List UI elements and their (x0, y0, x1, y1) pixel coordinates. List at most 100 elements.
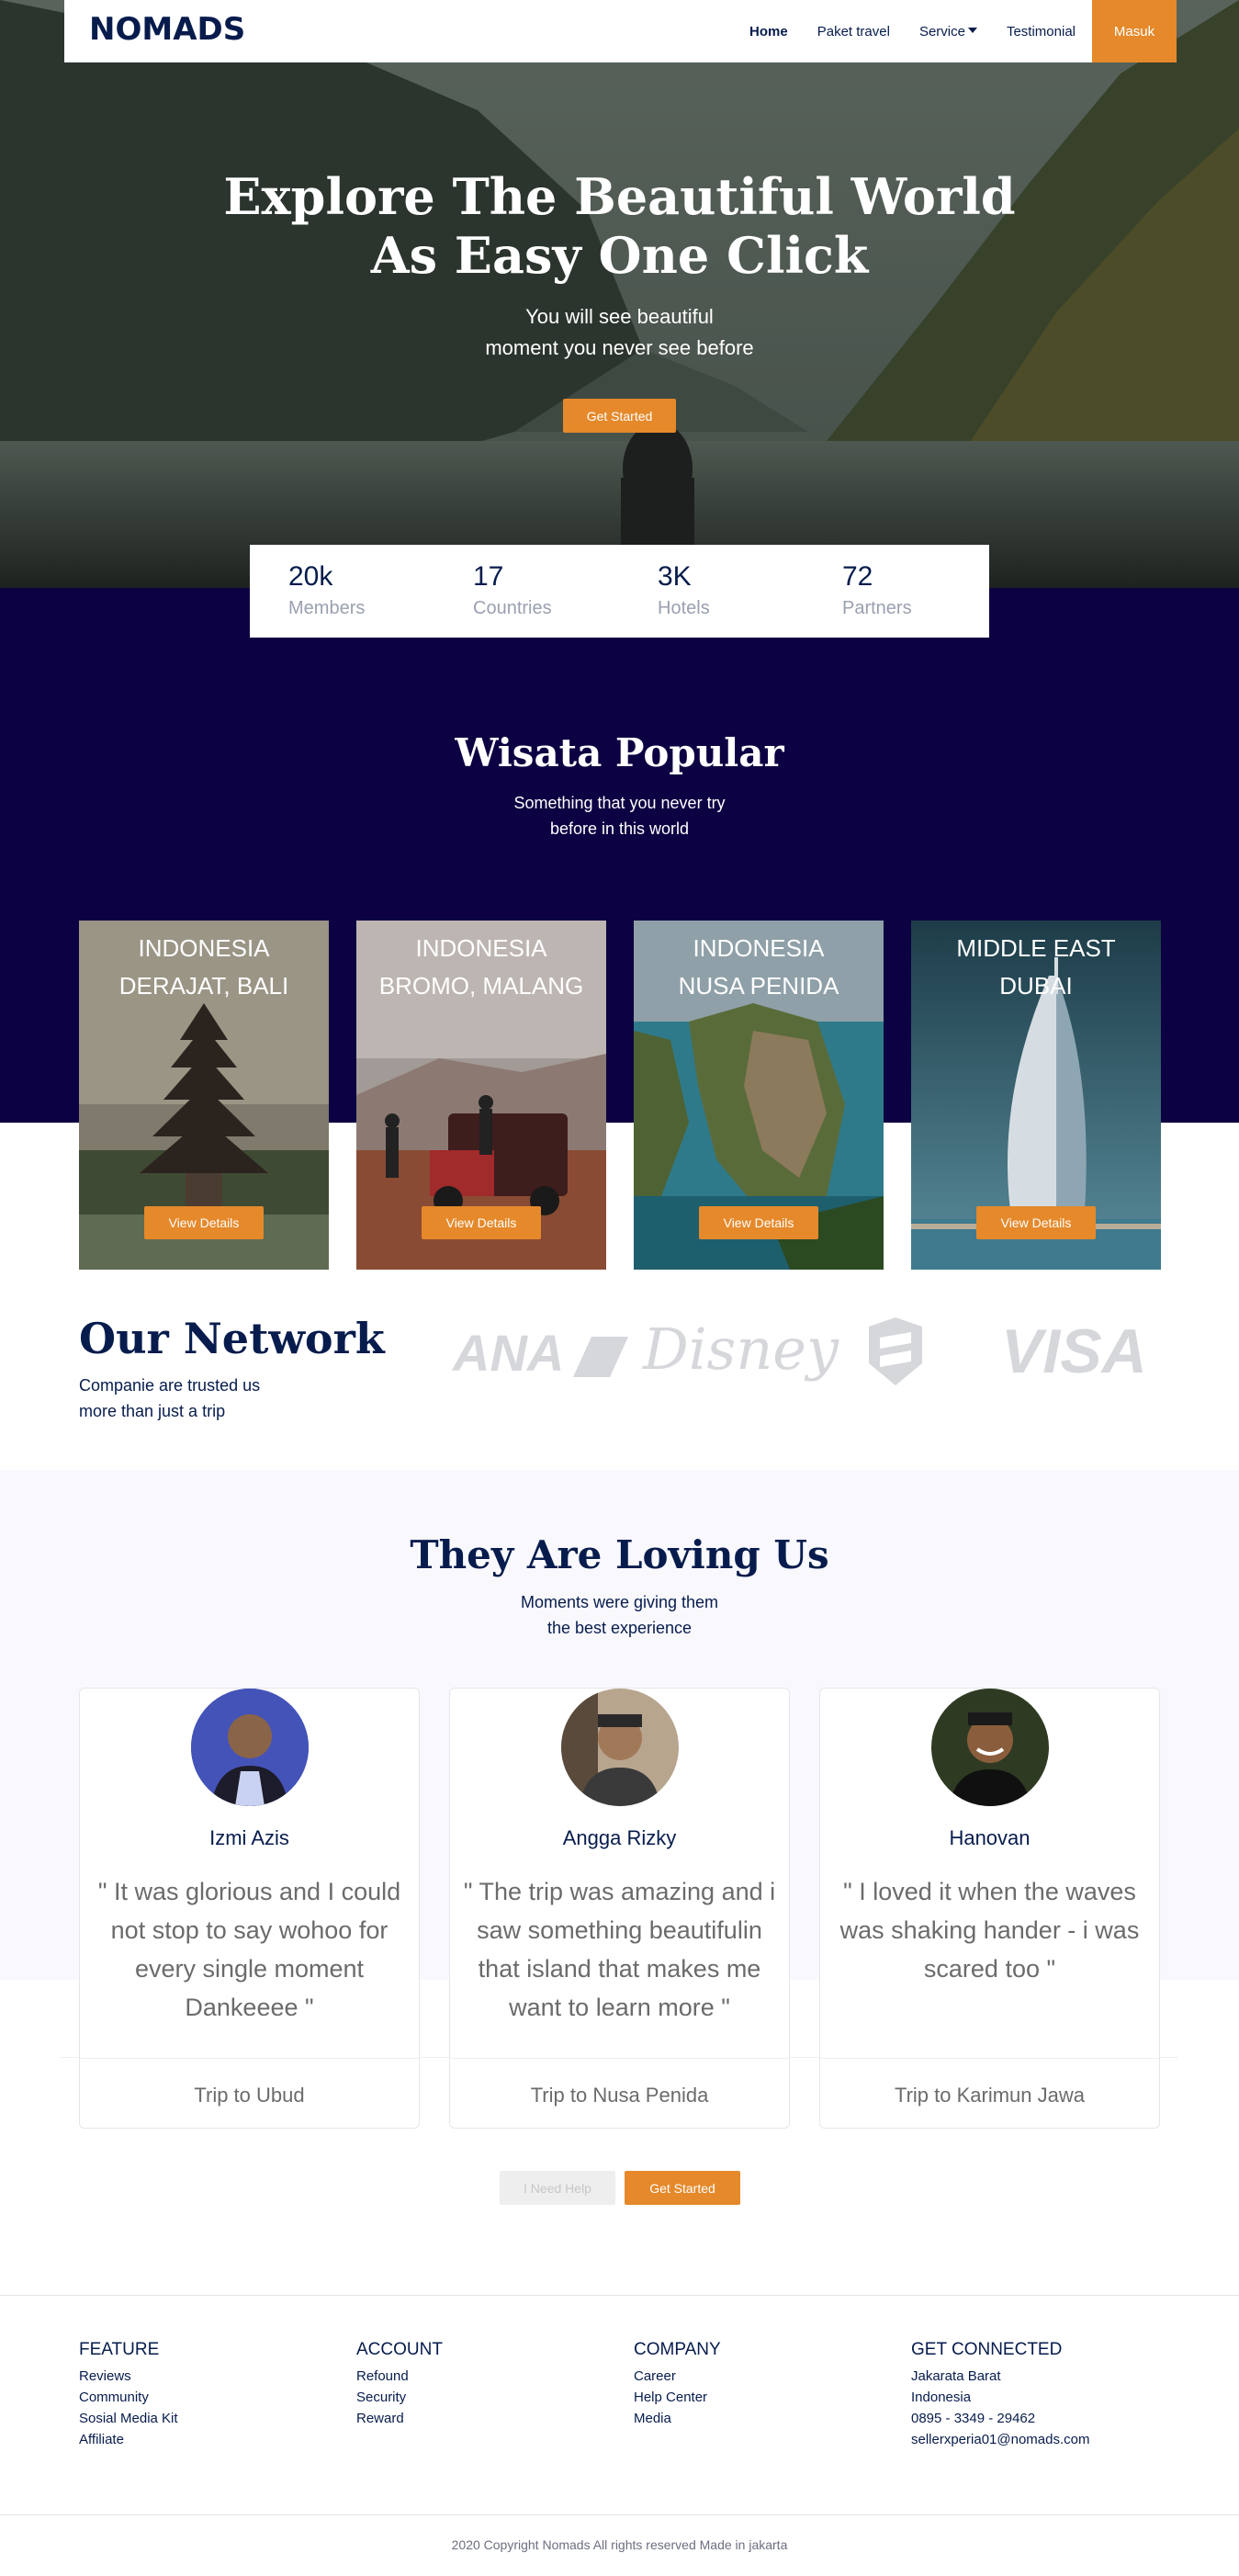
ana-logo: ANA (453, 1323, 628, 1383)
footer-column-feature: FEATURE Reviews Community Sosial Media K… (79, 2340, 178, 2450)
popular-subtitle-line2: before in this world (549, 819, 690, 838)
card-country: MIDDLE EAST (956, 934, 1116, 962)
stat-label: Members (288, 598, 366, 618)
need-help-button[interactable]: I Need Help (500, 2171, 615, 2205)
footer-email-link[interactable]: sellerxperia01@nomads.com (911, 2429, 1089, 2450)
destination-card-nusa-penida[interactable]: INDONESIA NUSA PENIDA View Details (634, 921, 884, 1270)
card-caption: MIDDLE EAST DUBAI (911, 930, 1161, 1005)
footer-heading: GET CONNECTED (911, 2340, 1063, 2359)
testimonial-trip: Trip to Nusa Penida (530, 2084, 709, 2107)
avatar (191, 1689, 309, 1806)
card-place: NUSA PENIDA (678, 972, 839, 1000)
hero-title-line1: Explore The Beautiful World (223, 167, 1016, 226)
testimonial-trip: Trip to Ubud (194, 2084, 305, 2107)
network-subtitle: Companie are trusted us more than just a… (79, 1373, 260, 1424)
testimonial-quote: " It was glorious and I could not stop t… (97, 1878, 401, 2021)
avatar-photo (191, 1689, 309, 1806)
view-details-button[interactable]: View Details (976, 1206, 1096, 1239)
testimonials-subtitle-line1: Moments were giving them (520, 1593, 719, 1611)
stat-value: 3K (658, 561, 692, 592)
footer-link[interactable]: Sosial Media Kit (79, 2408, 178, 2429)
nav-home[interactable]: Home (749, 24, 788, 40)
login-button[interactable]: Masuk (1092, 0, 1177, 62)
testimonial-quote: " I loved it when the waves was shaking … (839, 1878, 1140, 1983)
footer-link[interactable]: Reviews (79, 2366, 178, 2387)
network-title: Our Network (79, 1314, 385, 1363)
testimonial-trip: Trip to Karimun Jawa (894, 2084, 1086, 2107)
hero-subtitle-line1: You will see beautiful (525, 305, 714, 328)
stats-bar: 20k Members 17 Countries 3K Hotels 72 Pa… (250, 545, 989, 638)
popular-subtitle-line1: Something that you never try (513, 794, 726, 812)
destination-card-dubai[interactable]: MIDDLE EAST DUBAI View Details (911, 921, 1161, 1270)
footer-address-city: Jakarata Barat (911, 2368, 1001, 2384)
view-details-button[interactable]: View Details (699, 1206, 818, 1239)
card-country: INDONESIA (693, 934, 825, 962)
card-divider (450, 2058, 789, 2059)
card-country: INDONESIA (138, 934, 270, 962)
hero-title-line2: As Easy One Click (370, 226, 869, 285)
card-place: DUBAI (999, 972, 1073, 1000)
footer-link[interactable]: Affiliate (79, 2429, 178, 2450)
footer-heading: COMPANY (634, 2340, 721, 2359)
footer-address-country: Indonesia (911, 2390, 972, 2405)
view-details-button[interactable]: View Details (422, 1206, 541, 1239)
testimonials-title: They Are Loving Us (410, 1532, 829, 1577)
stat-hotels: 3K Hotels (619, 545, 804, 638)
hero-subtitle-line2: moment you never see before (485, 336, 754, 359)
testimonial-card: Izmi Azis " It was glorious and I could … (79, 1688, 420, 2129)
avatar-photo (931, 1689, 1049, 1806)
footer-column-company: COMPANY Career Help Center Media (634, 2340, 721, 2429)
navbar: NOMADS Home Paket travel Service Testimo… (64, 0, 1177, 62)
stat-label: Partners (842, 598, 912, 618)
stat-partners: 72 Partners (804, 545, 988, 638)
nav-service-label: Service (918, 23, 965, 40)
testimonial-quote: " The trip was amazing and i saw somethi… (463, 1878, 776, 2021)
stat-countries: 17 Countries (434, 545, 619, 638)
nav-testimonial[interactable]: Testimonial (1007, 24, 1076, 40)
card-country: INDONESIA (415, 934, 547, 962)
avatar (561, 1689, 679, 1806)
footer-link[interactable]: Reward (356, 2408, 443, 2429)
hero-get-started-button[interactable]: Get Started (563, 399, 676, 433)
footer-link[interactable]: Media (634, 2408, 721, 2429)
view-details-button[interactable]: View Details (144, 1206, 264, 1239)
caret-down-icon (967, 27, 977, 33)
hero-title: Explore The Beautiful World As Easy One … (0, 167, 1239, 285)
card-caption: INDONESIA DERAJAT, BALI (79, 930, 329, 1005)
stat-members: 20k Members (250, 545, 434, 638)
footer-link[interactable]: Career (634, 2366, 721, 2387)
footer-link[interactable]: Security (356, 2387, 443, 2408)
hero-subtitle: You will see beautiful moment you never … (0, 301, 1239, 364)
footer-column-account: ACCOUNT Refound Security Reward (356, 2340, 443, 2429)
footer-top-divider (0, 2295, 1239, 2296)
footer-link[interactable]: Refound (356, 2366, 443, 2387)
testimonial-card: Angga Rizky " The trip was amazing and i… (449, 1688, 790, 2129)
nomads-logo[interactable]: NOMADS (89, 11, 245, 48)
popular-subtitle: Something that you never try before in t… (0, 790, 1239, 842)
get-started-button[interactable]: Get Started (625, 2171, 740, 2205)
destination-card-bali[interactable]: INDONESIA DERAJAT, BALI View Details (79, 921, 329, 1270)
card-divider (80, 2058, 419, 2059)
testimonial-name: Izmi Azis (209, 1826, 289, 1849)
footer-link[interactable]: Community (79, 2387, 178, 2408)
visa-logo: VISA (1001, 1316, 1147, 1386)
card-caption: INDONESIA NUSA PENIDA (634, 930, 884, 1005)
nav-service[interactable]: Service (919, 24, 977, 40)
shield-partner-logo (869, 1317, 922, 1385)
avatar-photo (561, 1689, 679, 1806)
testimonial-name: Angga Rizky (562, 1826, 677, 1849)
ana-logo-text: ANA (453, 1324, 563, 1382)
footer-heading: ACCOUNT (356, 2340, 443, 2359)
avatar (931, 1689, 1049, 1806)
network-subtitle-line2: more than just a trip (79, 1402, 226, 1420)
nav-paket-travel[interactable]: Paket travel (817, 24, 890, 40)
popular-title: Wisata Popular (455, 730, 784, 775)
footer-link[interactable]: Help Center (634, 2387, 721, 2408)
testimonial-card: Hanovan " I loved it when the waves was … (819, 1688, 1160, 2129)
card-caption: INDONESIA BROMO, MALANG (356, 930, 606, 1005)
disney-logo: Disney (643, 1316, 839, 1383)
card-place: DERAJAT, BALI (118, 972, 289, 1000)
testimonials-subtitle: Moments were giving them the best experi… (0, 1589, 1239, 1641)
footer-phone: 0895 - 3349 - 29462 (911, 2411, 1036, 2426)
destination-card-bromo[interactable]: INDONESIA BROMO, MALANG View Details (356, 921, 606, 1270)
